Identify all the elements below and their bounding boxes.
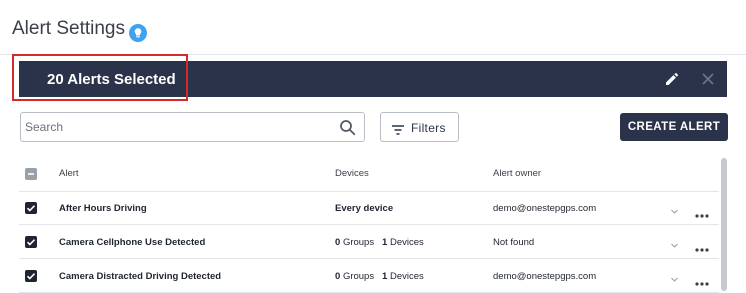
alert-owner: Not found [493,237,535,248]
devices-label: Devices [389,271,424,282]
row-checkbox[interactable] [25,270,37,282]
groups-label: Groups [342,271,375,282]
filters-button[interactable]: Filters [380,112,459,142]
search-icon[interactable] [339,119,356,136]
more-horizontal-icon[interactable] [695,273,709,286]
create-alert-label: CREATE ALERT [627,121,721,133]
row-checkbox[interactable] [25,236,37,248]
chevron-down-icon[interactable] [670,203,679,214]
table-scrollbar[interactable] [721,158,727,291]
selection-highlight [12,54,188,101]
table-row[interactable]: Camera Distracted Driving Detected 0 Gro… [19,259,719,293]
filter-icon [392,122,404,135]
table-row[interactable]: After Hours Driving Every device demo@on… [19,191,719,225]
column-header-alert[interactable]: Alert [59,168,79,179]
close-icon[interactable] [699,70,717,88]
more-horizontal-icon[interactable] [695,239,709,252]
groups-count: 0 [335,271,341,282]
chevron-down-icon[interactable] [670,271,679,282]
search-input[interactable] [25,117,325,137]
alert-name[interactable]: Camera Cellphone Use Detected [59,237,205,248]
devices-value: 0 Groups 1 Devices [335,271,424,282]
alert-name[interactable]: Camera Distracted Driving Detected [59,271,221,282]
devices-count: 1 [382,271,388,282]
select-all-checkbox[interactable] [25,168,37,180]
page-title: Alert Settings [12,18,125,39]
lightbulb-icon[interactable] [129,24,147,42]
alert-owner: demo@onestepgps.com [493,271,597,282]
chevron-down-icon[interactable] [670,237,679,248]
more-horizontal-icon[interactable] [695,205,709,218]
page-header: Alert Settings [0,0,746,55]
pencil-icon[interactable] [663,70,681,88]
alert-owner: demo@onestepgps.com [493,203,597,214]
devices-label: Devices [389,237,424,248]
alert-name[interactable]: After Hours Driving [59,203,147,214]
groups-label: Groups [342,237,375,248]
table-row[interactable]: Camera Cellphone Use Detected 0 Groups 1… [19,225,719,259]
search-field[interactable] [20,112,365,142]
devices-count: 1 [382,237,388,248]
devices-value: Every device [335,203,394,214]
table-header-row: Alert Devices Alert owner [19,156,719,192]
create-alert-button[interactable]: CREATE ALERT [620,113,728,141]
devices-value: 0 Groups 1 Devices [335,237,424,248]
row-checkbox[interactable] [25,202,37,214]
groups-count: 0 [335,237,341,248]
column-header-devices[interactable]: Devices [335,168,369,179]
column-header-owner[interactable]: Alert owner [493,168,541,179]
filters-label: Filters [411,121,446,135]
